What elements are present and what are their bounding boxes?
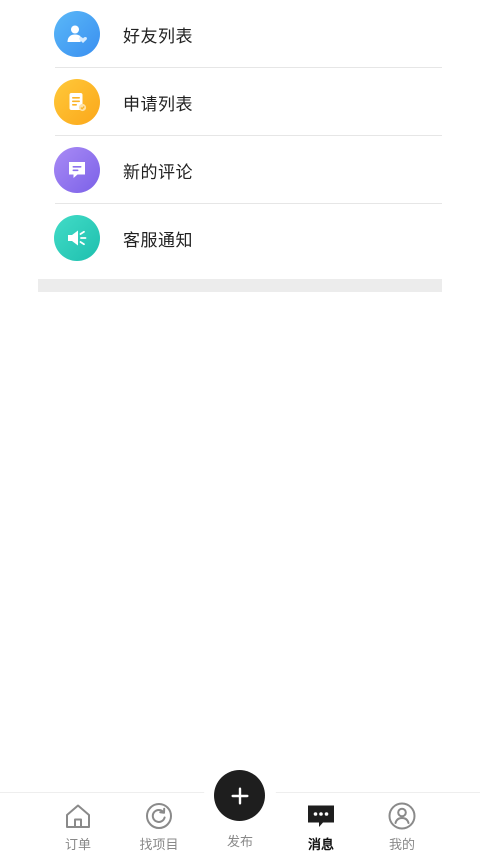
menu-item-applications[interactable]: 申请列表: [38, 68, 442, 136]
menu-item-friends[interactable]: 好友列表: [38, 0, 442, 68]
tab-label: 消息: [307, 838, 334, 853]
tab-messages[interactable]: 消息: [281, 793, 361, 854]
page: 好友列表 申请列表 新的评论 客服通知 订单 找项目 消息 我的 发布: [0, 0, 480, 854]
menu-item-label: 客服通知: [123, 230, 193, 251]
menu-item-customer-service[interactable]: 客服通知: [38, 204, 442, 272]
menu-item-label: 新的评论: [123, 162, 193, 183]
menu-item-label: 申请列表: [123, 94, 193, 115]
comment-icon: [54, 147, 100, 193]
publish-button[interactable]: [214, 770, 265, 821]
friends-icon: [54, 11, 100, 57]
tab-orders[interactable]: 订单: [38, 793, 118, 854]
section-separator: [38, 279, 442, 292]
tab-label: 订单: [64, 838, 91, 853]
tab-profile[interactable]: 我的: [362, 793, 442, 854]
tab-label: 我的: [388, 838, 415, 853]
message-menu: 好友列表 申请列表 新的评论 客服通知: [38, 0, 442, 272]
home-icon: [63, 801, 93, 831]
speaker-icon: [54, 215, 100, 261]
tab-find-projects[interactable]: 找项目: [119, 793, 199, 854]
message-icon: [306, 801, 336, 831]
menu-item-new-comments[interactable]: 新的评论: [38, 136, 442, 204]
menu-item-label: 好友列表: [123, 26, 193, 47]
publish-label: 发布: [226, 835, 253, 850]
application-icon: [54, 79, 100, 125]
refresh-icon: [144, 801, 174, 831]
profile-icon: [387, 801, 417, 831]
plus-icon: [230, 786, 249, 805]
tab-label: 找项目: [139, 838, 179, 853]
